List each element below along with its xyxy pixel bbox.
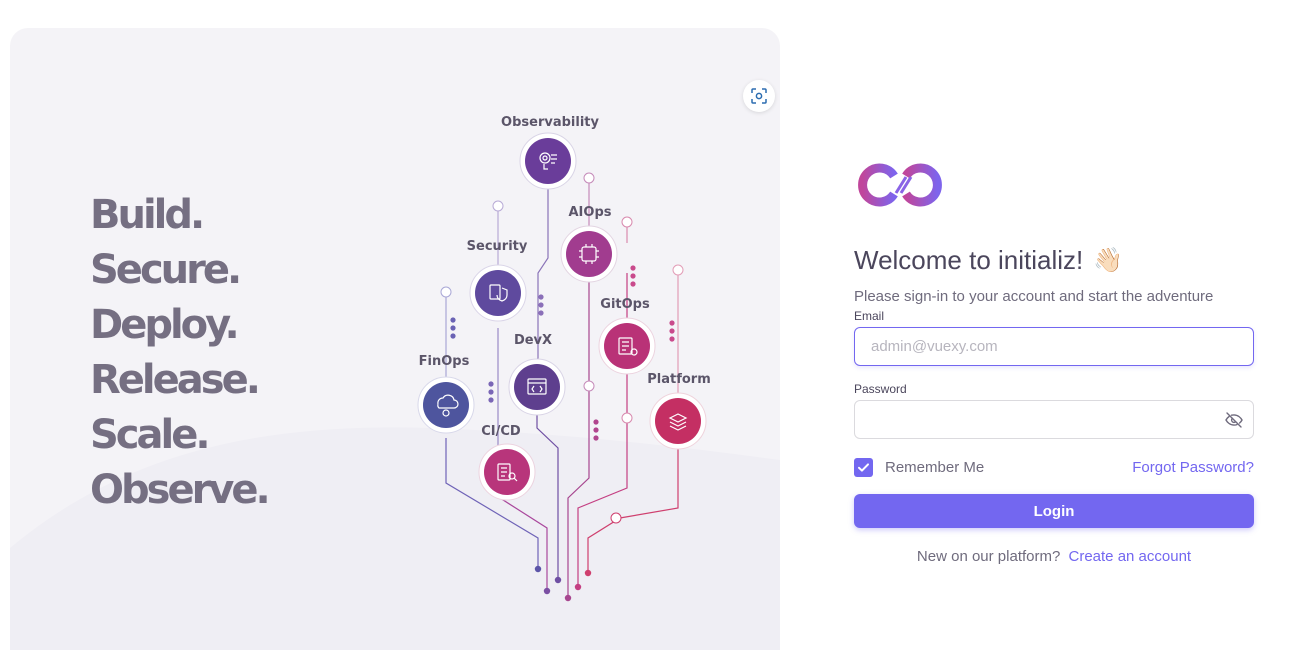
scan-icon bbox=[751, 88, 767, 104]
node-gitops: GitOps bbox=[598, 297, 656, 375]
signup-prompt: New on our platform? bbox=[916, 548, 1061, 565]
node-finops: FinOps bbox=[417, 354, 475, 434]
welcome-text: Welcome to initializ! bbox=[854, 245, 1084, 275]
welcome-heading: Welcome to initializ! 👋🏻 bbox=[854, 245, 1254, 276]
login-form: Welcome to initializ! 👋🏻 Please sign-in … bbox=[854, 160, 1254, 565]
devops-diagram: Observability AIOps Security GitOps DevX… bbox=[417, 115, 711, 602]
svg-text:Observability: Observability bbox=[501, 115, 599, 130]
node-devx: DevX bbox=[508, 333, 566, 416]
hero-panel: Build. Secure. Deploy. Release. Scale. O… bbox=[10, 28, 780, 650]
svg-text:AIOps: AIOps bbox=[569, 205, 612, 220]
svg-text:Security: Security bbox=[467, 239, 528, 254]
password-label: Password bbox=[854, 382, 907, 396]
create-account-link[interactable]: Create an account bbox=[1069, 548, 1192, 565]
waving-hand-icon: 👋🏻 bbox=[1093, 247, 1124, 274]
svg-text:DevX: DevX bbox=[514, 333, 552, 348]
remember-me[interactable]: Remember Me bbox=[854, 458, 984, 477]
welcome-subtitle: Please sign-in to your account and start… bbox=[854, 288, 1214, 305]
svg-text:FinOps: FinOps bbox=[419, 354, 470, 369]
brand-logo bbox=[858, 163, 942, 207]
checkmark-icon bbox=[858, 463, 869, 472]
toggle-password-visibility-button[interactable] bbox=[1223, 409, 1245, 431]
svg-text:Platform: Platform bbox=[647, 372, 711, 387]
node-cicd: CI/CD bbox=[478, 424, 536, 501]
password-field[interactable] bbox=[855, 401, 1253, 438]
options-row: Remember Me Forgot Password? bbox=[854, 458, 1254, 477]
remember-me-label: Remember Me bbox=[885, 459, 985, 476]
scan-button[interactable] bbox=[743, 80, 775, 112]
email-field[interactable] bbox=[855, 328, 1253, 365]
svg-text:GitOps: GitOps bbox=[600, 297, 650, 312]
remember-me-checkbox[interactable] bbox=[854, 458, 873, 477]
login-page: Build. Secure. Deploy. Release. Scale. O… bbox=[0, 0, 1313, 650]
login-button[interactable]: Login bbox=[854, 494, 1254, 528]
email-label: Email bbox=[854, 309, 885, 323]
password-field-wrapper bbox=[854, 400, 1254, 439]
node-security: Security bbox=[467, 239, 528, 322]
forgot-password-link[interactable]: Forgot Password? bbox=[1132, 459, 1254, 476]
node-aiops: AIOps bbox=[560, 205, 618, 283]
email-field-wrapper bbox=[854, 327, 1254, 366]
signup-row: New on our platform? Create an account bbox=[854, 548, 1254, 565]
svg-text:CI/CD: CI/CD bbox=[481, 424, 521, 439]
eye-off-icon bbox=[1225, 412, 1243, 428]
node-platform: Platform bbox=[647, 372, 711, 450]
